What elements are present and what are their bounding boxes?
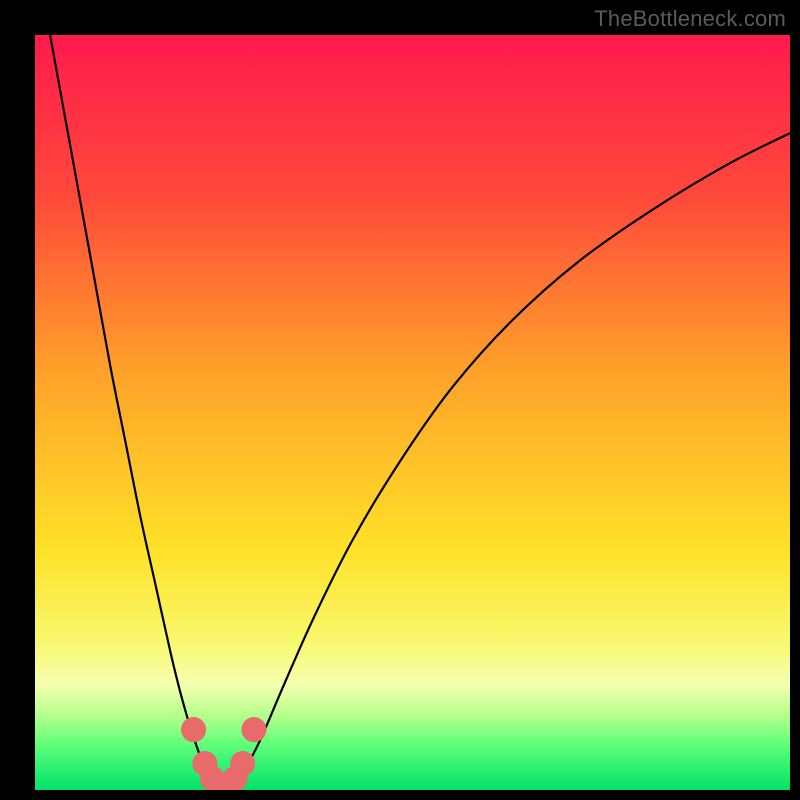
curve-marker (181, 717, 206, 742)
chart-frame: TheBottleneck.com (0, 0, 800, 800)
curve-marker (230, 751, 255, 776)
bottleneck-curve (50, 35, 790, 788)
watermark-label: TheBottleneck.com (594, 6, 786, 32)
chart-svg (35, 35, 790, 790)
plot-area (35, 35, 790, 790)
curve-marker (241, 717, 266, 742)
